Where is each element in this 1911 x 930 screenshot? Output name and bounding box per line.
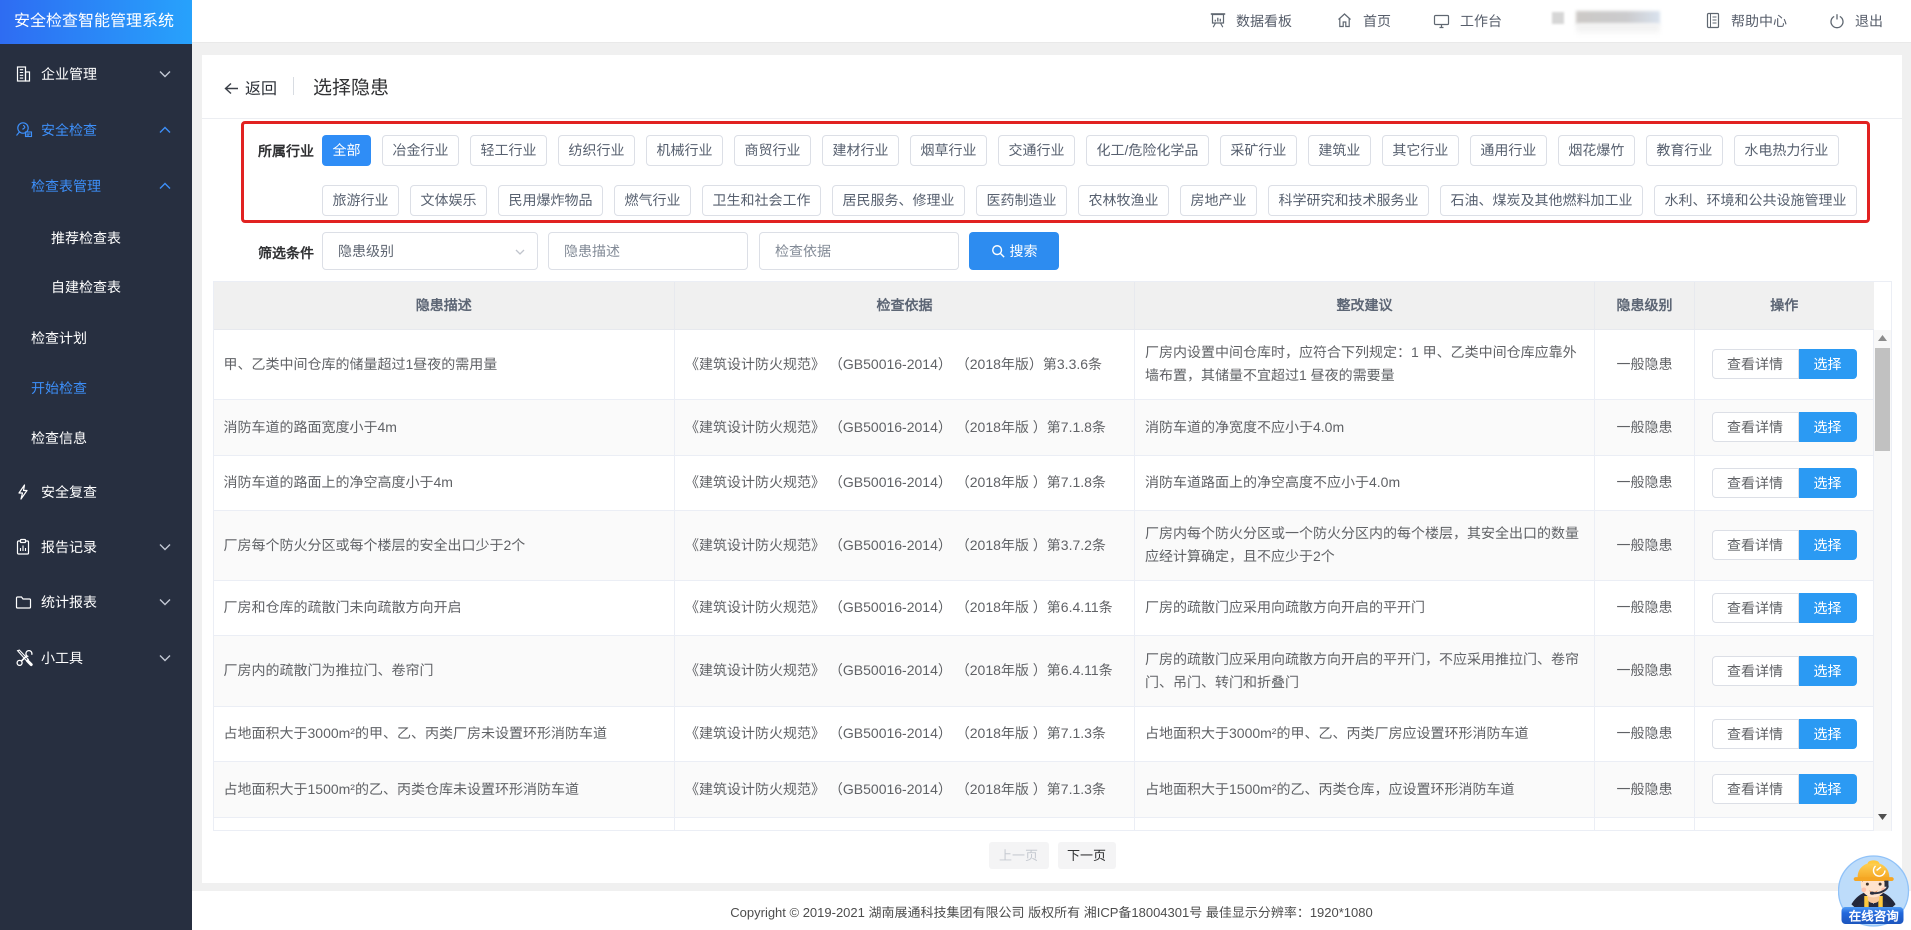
svg-text:在线咨询: 在线咨询 (1849, 910, 1900, 924)
